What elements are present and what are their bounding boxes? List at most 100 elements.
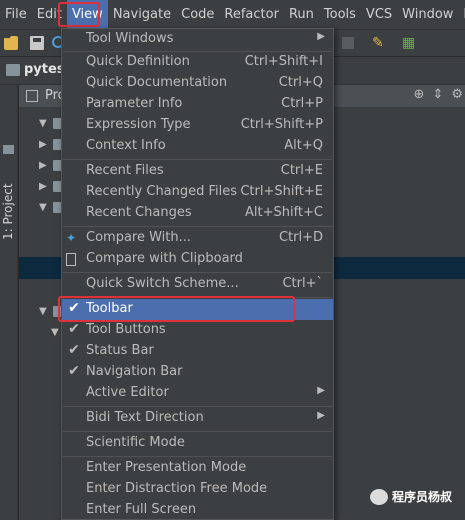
menu-item-label: Recent Changes [86, 205, 192, 220]
watermark-text: 程序员杨叔 [392, 490, 453, 504]
menu-item-context-info[interactable]: Context Info Alt+Q [62, 136, 333, 157]
project-tool-button[interactable]: 1: Project [1, 183, 15, 240]
menu-navigate[interactable]: Navigate [108, 0, 176, 29]
menu-item-label: Recently Changed Files [86, 184, 238, 199]
settings-wrench-icon[interactable]: ✎ [372, 35, 388, 51]
stop-icon[interactable] [342, 37, 354, 49]
menu-item-enter-presentation-mode[interactable]: Enter Presentation Mode [62, 458, 333, 479]
menu-item-label: Parameter Info [86, 96, 183, 111]
menu-item-status-bar[interactable]: ✔ Status Bar [62, 341, 333, 362]
menu-item-shortcut: Alt+Shift+C [244, 205, 323, 220]
menu-item-shortcut: Ctrl+` [282, 276, 323, 291]
menu-item-label: Compare With... [86, 230, 192, 245]
menu-item-label: Scientific Mode [86, 435, 185, 450]
menu-item-navigation-bar[interactable]: ✔ Navigation Bar [62, 362, 333, 383]
menu-item-label: Tool Windows [86, 31, 174, 46]
check-icon: ✔ [68, 363, 80, 379]
project-folder-icon [6, 64, 20, 76]
menu-item-recently-changed-files[interactable]: Recently Changed Files Ctrl+Shift+E [62, 182, 333, 203]
locate-icon[interactable]: ⊕ [414, 87, 425, 102]
menu-item-label: Bidi Text Direction [86, 410, 204, 425]
menu-code[interactable]: Code [176, 0, 219, 29]
watermark: 程序员杨叔 [370, 488, 452, 505]
menu-item-shortcut: Ctrl+Shift+P [240, 117, 323, 132]
menu-item-label: Quick Definition [86, 54, 190, 69]
menu-item-label: Status Bar [86, 343, 154, 358]
compare-icon: ✦ [66, 231, 77, 245]
menu-item-label: Enter Full Screen [86, 502, 197, 517]
menu-tools[interactable]: Tools [319, 0, 361, 29]
menu-item-bidi-text-direction[interactable]: Bidi Text Direction ▶ [62, 408, 333, 429]
expand-icon[interactable]: ▶ [39, 181, 47, 192]
expand-icon[interactable]: ▼ [39, 202, 47, 213]
menu-item-label: Recent Files [86, 163, 164, 178]
expand-icon[interactable]: ▶ [39, 160, 47, 171]
menu-item-expression-type[interactable]: Expression Type Ctrl+Shift+P [62, 115, 333, 136]
menu-item-scientific-mode[interactable]: Scientific Mode [62, 433, 333, 454]
check-icon: ✔ [68, 321, 80, 337]
menu-item-recent-changes[interactable]: Recent Changes Alt+Shift+C [62, 203, 333, 224]
expand-icon[interactable]: ▼ [39, 118, 47, 129]
save-icon[interactable] [30, 36, 44, 50]
menu-item-active-editor[interactable]: Active Editor ▶ [62, 383, 333, 404]
menu-item-quick-documentation[interactable]: Quick Documentation Ctrl+Q [62, 73, 333, 94]
check-icon: ✔ [68, 342, 80, 358]
menu-vcs[interactable]: VCS [361, 0, 397, 29]
gear-icon[interactable]: ⚙ [451, 87, 463, 102]
clipboard-icon [66, 253, 76, 266]
menu-item-recent-files[interactable]: Recent Files Ctrl+E [62, 161, 333, 182]
menu-separator [63, 226, 332, 227]
chevron-right-icon: ▶ [317, 385, 325, 396]
menu-item-shortcut: Ctrl+P [281, 96, 323, 111]
expand-icon[interactable]: ▼ [39, 306, 47, 317]
menu-item-compare-with-clipboard[interactable]: Compare with Clipboard [62, 249, 333, 270]
menu-item-shortcut: Ctrl+Shift+E [240, 184, 323, 199]
menu-separator [63, 272, 332, 273]
menu-item-shortcut: Ctrl+Q [278, 75, 323, 90]
menu-item-label: Tool Buttons [86, 322, 166, 337]
menu-item-shortcut: Alt+Q [284, 138, 323, 153]
chevron-right-icon: ▶ [317, 31, 325, 42]
menu-separator [63, 406, 332, 407]
menu-separator [63, 456, 332, 457]
view-menu-dropdown: Tool Windows ▶ Quick Definition Ctrl+Shi… [61, 28, 334, 520]
menu-item-quick-switch-scheme[interactable]: Quick Switch Scheme... Ctrl+` [62, 274, 333, 295]
view-menu-highlight-box [58, 2, 100, 27]
menu-item-parameter-info[interactable]: Parameter Info Ctrl+P [62, 94, 333, 115]
menu-item-compare-with[interactable]: ✦ Compare With... Ctrl+D [62, 228, 333, 249]
expand-icon[interactable]: ▶ [39, 139, 47, 150]
menu-separator [63, 431, 332, 432]
menu-file[interactable]: File [0, 0, 32, 29]
menu-refactor[interactable]: Refactor [219, 0, 284, 29]
menu-window[interactable]: Window [397, 0, 458, 29]
chevron-right-icon: ▶ [317, 410, 325, 421]
menu-item-label: Context Info [86, 138, 166, 153]
menu-item-label: Quick Switch Scheme... [86, 276, 239, 291]
menu-item-tool-buttons[interactable]: ✔ Tool Buttons [62, 320, 333, 341]
wechat-icon [370, 488, 388, 505]
structure-icon[interactable]: ▦ [402, 35, 418, 51]
menu-item-label: Expression Type [86, 117, 191, 132]
toolbar-item-highlight-box [58, 296, 295, 322]
menu-item-shortcut: Ctrl+D [278, 230, 323, 245]
menu-item-quick-definition[interactable]: Quick Definition Ctrl+Shift+I [62, 52, 333, 73]
menu-item-label: Active Editor [86, 385, 169, 400]
menu-item-tool-windows[interactable]: Tool Windows ▶ [62, 29, 333, 50]
tool-window-strip: 1: Project [0, 85, 18, 520]
menu-item-label: Enter Distraction Free Mode [86, 481, 268, 496]
collapse-icon[interactable]: ⇕ [432, 87, 443, 102]
menu-item-label: Navigation Bar [86, 364, 183, 379]
menu-item-shortcut: Ctrl+E [280, 163, 323, 178]
menu-item-label: Quick Documentation [86, 75, 228, 90]
open-folder-icon[interactable] [4, 36, 18, 50]
menu-separator [63, 159, 332, 160]
menu-item-label: Enter Presentation Mode [86, 460, 247, 475]
project-tool-icon [3, 145, 14, 154]
menu-item-enter-distraction-free-mode[interactable]: Enter Distraction Free Mode [62, 479, 333, 500]
menu-run[interactable]: Run [284, 0, 319, 29]
menu-help[interactable]: He [458, 0, 465, 29]
expand-icon[interactable]: ▼ [51, 327, 59, 338]
menu-item-shortcut: Ctrl+Shift+I [244, 54, 323, 69]
menu-item-label: Compare with Clipboard [86, 251, 243, 266]
menu-item-enter-full-screen[interactable]: Enter Full Screen [62, 500, 333, 520]
